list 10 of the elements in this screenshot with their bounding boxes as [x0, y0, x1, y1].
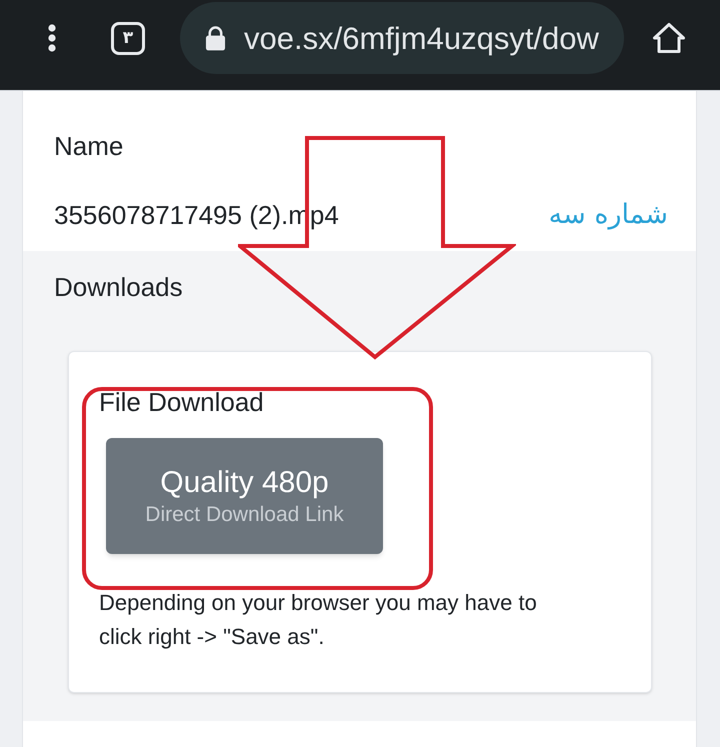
home-icon[interactable]: [652, 22, 686, 54]
annotation-label: شماره سه: [548, 200, 668, 230]
menu-icon[interactable]: [46, 24, 58, 52]
download-button[interactable]: Quality 480p Direct Download Link: [106, 438, 383, 554]
section-heading: Downloads: [54, 272, 184, 302]
address-bar[interactable]: voe.sx/6mfjm4uzqsyt/dow: [180, 2, 624, 74]
card-title: File Download: [99, 387, 264, 417]
tab-switcher-button[interactable]: ۳: [111, 22, 145, 54]
field-label: Name: [54, 131, 124, 161]
help-text: Depending on your browser you may have to click right -> "Save as".: [99, 589, 538, 651]
